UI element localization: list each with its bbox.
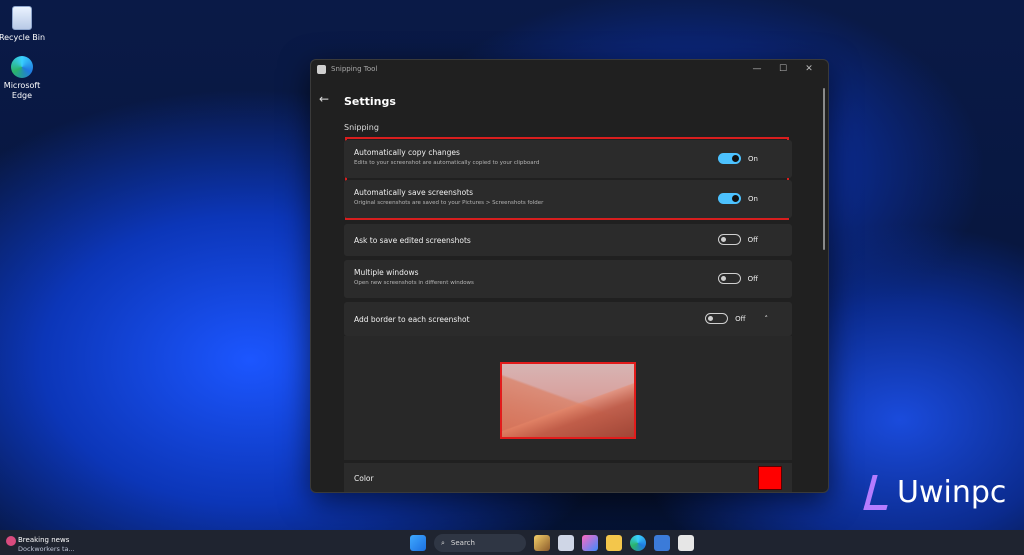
- page-title: Settings: [344, 95, 396, 108]
- news-title: Breaking news: [18, 536, 70, 544]
- setting-multiple-windows[interactable]: Multiple windows Open new screenshots in…: [344, 260, 792, 298]
- toggle-state: Off: [747, 274, 758, 283]
- setting-auto-save[interactable]: Automatically save screenshots Original …: [344, 180, 792, 218]
- paint-icon[interactable]: [534, 535, 550, 551]
- microsoft-edge-desktop-icon[interactable]: Microsoft Edge: [0, 56, 52, 101]
- color-label: Color: [354, 474, 374, 483]
- window-title: Snipping Tool: [331, 65, 378, 73]
- border-preview-image: [500, 362, 636, 439]
- start-icon[interactable]: [410, 535, 426, 551]
- border-color-row: Color: [344, 463, 792, 492]
- toggle-state: On: [748, 154, 758, 163]
- ask-save-toggle[interactable]: [717, 234, 741, 245]
- section-title: Snipping: [344, 123, 379, 132]
- snipping-tool-app-icon: [317, 64, 326, 74]
- taskbar-search[interactable]: ⌕ Search: [434, 534, 526, 552]
- file-explorer-icon[interactable]: [606, 535, 622, 551]
- toggle-state: On: [748, 194, 758, 203]
- copilot-icon[interactable]: [582, 535, 598, 551]
- store-icon[interactable]: [654, 535, 670, 551]
- snipping-tool-window: Snipping Tool — ☐ ✕ ← Settings Snipping …: [310, 59, 829, 493]
- border-color-swatch[interactable]: [758, 466, 782, 490]
- edge-label: Microsoft Edge: [3, 81, 41, 100]
- search-label: Search: [450, 539, 475, 547]
- title-bar: Snipping Tool — ☐ ✕: [311, 60, 828, 78]
- uwinpc-watermark: Uwinpc: [863, 475, 1007, 510]
- minimize-button[interactable]: —: [744, 64, 770, 74]
- recycle-bin-glyph: [12, 6, 32, 30]
- setting-ask-save[interactable]: Ask to save edited screenshots Off: [344, 224, 792, 256]
- watermark-text: Uwinpc: [897, 475, 1007, 510]
- setting-auto-copy[interactable]: Automatically copy changes Edits to your…: [344, 140, 792, 178]
- taskbar-icons: ⌕ Search: [410, 534, 694, 552]
- search-icon: ⌕: [441, 538, 445, 547]
- edge-glyph: [11, 56, 33, 78]
- chevron-up-icon[interactable]: ˄: [765, 315, 769, 323]
- auto-save-toggle[interactable]: [718, 193, 742, 204]
- auto-copy-toggle[interactable]: [718, 153, 742, 164]
- scrollbar[interactable]: [823, 88, 825, 250]
- news-badge-icon: [6, 536, 16, 546]
- snipping-tool-icon[interactable]: [678, 535, 694, 551]
- news-subtitle: Dockworkers ta...: [18, 545, 75, 553]
- toggle-state: Off: [747, 235, 758, 244]
- recycle-bin-label: Recycle Bin: [0, 33, 46, 42]
- multiple-windows-toggle[interactable]: [717, 273, 741, 284]
- toggle-state: Off: [735, 314, 746, 323]
- uwinpc-logo: [863, 475, 896, 510]
- add-border-toggle[interactable]: [705, 313, 729, 324]
- edge-icon[interactable]: [630, 535, 646, 551]
- back-arrow-icon[interactable]: ←: [319, 92, 333, 106]
- maximize-button[interactable]: ☐: [770, 64, 796, 74]
- close-button[interactable]: ✕: [796, 64, 822, 74]
- task-view-icon[interactable]: [558, 535, 574, 551]
- news-widget[interactable]: Breaking news Dockworkers ta...: [18, 536, 75, 554]
- recycle-bin-icon[interactable]: Recycle Bin: [0, 6, 52, 43]
- setting-add-border[interactable]: Add border to each screenshot Off ˄: [344, 302, 792, 336]
